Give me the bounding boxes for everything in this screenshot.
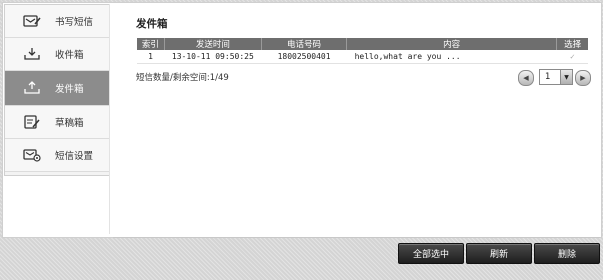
sidebar: 书写短信 收件箱 发件箱 草稿箱 短信设置 — [4, 4, 110, 176]
table-header-row: 索引 发送时间 电话号码 内容 选择 — [137, 38, 588, 50]
cell-content[interactable]: hello,what are you ... — [346, 50, 557, 64]
cell-send-time: 13-10-11 09:50:25 — [164, 50, 262, 64]
message-count-status: 短信数量/剩余空间:1/49 — [136, 73, 229, 83]
prev-page-button[interactable]: ◀ — [518, 70, 534, 86]
cell-index: 1 — [137, 50, 165, 64]
table-row[interactable]: 1 13-10-11 09:50:25 18002500401 hello,wh… — [137, 50, 588, 64]
chevron-down-icon[interactable]: ▼ — [560, 70, 572, 84]
column-header-select: 选择 — [556, 38, 588, 50]
column-header-content: 内容 — [346, 38, 558, 50]
outbox-table: 索引 发送时间 电话号码 内容 选择 1 13-10-11 09:50:25 1… — [137, 38, 588, 64]
sidebar-item-drafts[interactable]: 草稿箱 — [5, 106, 109, 139]
sidebar-item-label: 草稿箱 — [55, 118, 84, 129]
page-select[interactable]: 1 ▼ — [539, 69, 573, 85]
row-select-checkbox[interactable]: ✓ — [556, 50, 588, 64]
sidebar-item-label: 短信设置 — [55, 151, 94, 162]
arrow-left-icon: ◀ — [523, 74, 529, 82]
sidebar-item-label: 收件箱 — [55, 50, 84, 61]
sidebar-item-outbox[interactable]: 发件箱 — [5, 71, 109, 106]
column-header-phone: 电话号码 — [261, 38, 348, 50]
page-select-value: 1 — [545, 72, 551, 82]
next-page-button[interactable]: ▶ — [575, 70, 591, 86]
inbox-icon — [19, 45, 45, 63]
action-bar-divider — [113, 237, 600, 238]
check-icon: ✓ — [569, 52, 575, 61]
sidebar-item-label: 书写短信 — [55, 17, 94, 28]
sms-settings-icon — [19, 146, 45, 164]
page-title: 发件箱 — [136, 18, 168, 30]
sidebar-item-inbox[interactable]: 收件箱 — [5, 38, 109, 71]
outbox-icon — [19, 79, 45, 97]
arrow-right-icon: ▶ — [580, 74, 586, 82]
column-header-send-time: 发送时间 — [164, 38, 263, 50]
compose-icon — [19, 12, 45, 30]
cell-phone: 18002500401 — [261, 50, 347, 64]
sidebar-divider — [109, 4, 110, 234]
refresh-button[interactable]: 刷新 — [466, 243, 532, 264]
delete-button[interactable]: 删除 — [534, 243, 600, 264]
sidebar-item-label: 发件箱 — [55, 84, 84, 95]
sidebar-item-compose[interactable]: 书写短信 — [5, 5, 109, 38]
sidebar-item-sms-settings[interactable]: 短信设置 — [5, 139, 109, 172]
column-header-index: 索引 — [137, 38, 165, 50]
drafts-icon — [19, 113, 45, 131]
select-all-button[interactable]: 全部选中 — [398, 243, 464, 264]
